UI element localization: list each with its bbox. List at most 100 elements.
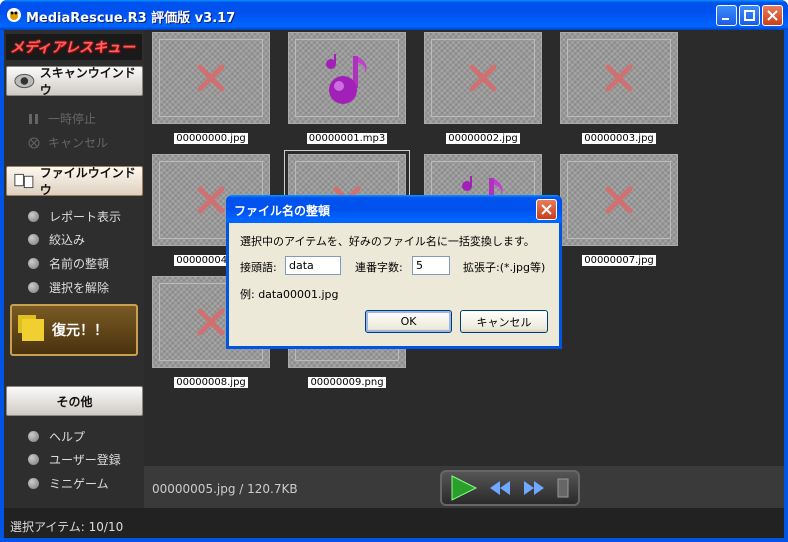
- cancel-button[interactable]: キャンセル: [460, 310, 548, 333]
- sidebar-item-deselect[interactable]: 選択を解除: [28, 279, 109, 296]
- forward-icon-2: [534, 481, 544, 495]
- selected-count: 選択アイテム: 10/10: [10, 520, 124, 534]
- play-icon: [451, 475, 478, 501]
- maximize-icon: [744, 10, 755, 21]
- close-icon: [541, 204, 552, 215]
- thumbnail-image: [560, 154, 678, 246]
- extension-label: 拡張子:(*.jpg等): [463, 261, 546, 274]
- sidebar-item-label: 選択を解除: [49, 281, 110, 295]
- cancel-scan-item[interactable]: キャンセル: [28, 134, 108, 151]
- rewind-icon-2: [490, 481, 500, 495]
- digits-label: 連番字数:: [355, 261, 403, 274]
- thumbnail-caption: 00000008.jpg: [152, 370, 270, 389]
- thumbnail-filename: 00000002.jpg: [446, 133, 520, 144]
- file-window-label: ファイルウインドウ: [39, 166, 136, 197]
- bullet-icon: [28, 282, 39, 293]
- thumbnail-item[interactable]: 00000007.jpg: [560, 154, 678, 266]
- sidebar-item-label: 絞込み: [49, 233, 86, 247]
- bullet-icon: [28, 431, 39, 442]
- dialog-close-button[interactable]: [536, 199, 557, 220]
- thumbnail-caption: 00000009.png: [288, 370, 406, 389]
- broken-image-icon: [469, 64, 497, 92]
- app-logo: メディアレスキュー: [6, 34, 142, 60]
- cancel-icon: [28, 137, 40, 148]
- other-button[interactable]: その他: [6, 386, 143, 416]
- rewind-icon: [500, 481, 510, 495]
- thumbnail-caption: 00000000.jpg: [152, 126, 270, 145]
- thumbnail-image: [424, 32, 542, 124]
- broken-image-icon: [605, 186, 633, 214]
- thumbnail-item[interactable]: 00000002.jpg: [424, 32, 542, 144]
- restore-label: 復元！！: [52, 323, 108, 339]
- sidebar-item-rename[interactable]: 名前の整頓: [28, 255, 109, 272]
- dialog-description: 選択中のアイテムを、好みのファイル名に一括変換します。: [240, 235, 535, 248]
- dialog-title: ファイル名の整頓: [234, 204, 331, 218]
- title-bar[interactable]: MediaRescue.R3 評価版 v3.17: [0, 0, 788, 30]
- sidebar-item-label: ミニゲーム: [49, 477, 109, 491]
- broken-image-icon: [605, 64, 633, 92]
- thumbnail-item[interactable]: 00000001.mp3: [288, 32, 406, 144]
- restore-button[interactable]: 復元！！: [10, 304, 138, 356]
- thumbnail-item[interactable]: 00000003.jpg: [560, 32, 678, 144]
- sidebar-item-minigame[interactable]: ミニゲーム: [28, 475, 109, 492]
- sidebar-item-label: ヘルプ: [49, 430, 86, 444]
- info-bar: 00000005.jpg / 120.7KB: [144, 466, 784, 508]
- bullet-icon: [28, 211, 39, 222]
- ok-button[interactable]: OK: [365, 310, 452, 333]
- dialog-body: 選択中のアイテムを、好みのファイル名に一括変換します。 接頭語: data 連番…: [229, 223, 559, 346]
- rename-dialog: ファイル名の整頓 選択中のアイテムを、好みのファイル名に一括変換します。 接頭語…: [226, 195, 562, 349]
- music-note-icon: [326, 54, 367, 104]
- app-window: MediaRescue.R3 評価版 v3.17 メディアレスキュー スキャンウ…: [0, 0, 788, 542]
- thumbnail-image: [288, 32, 406, 124]
- thumbnail-caption: 00000007.jpg: [560, 248, 678, 267]
- prefix-input[interactable]: data: [285, 256, 341, 275]
- example-text: 例: data00001.jpg: [240, 288, 339, 301]
- thumbnail-caption: 00000002.jpg: [424, 126, 542, 145]
- minimize-button[interactable]: [716, 5, 737, 26]
- thumbnail-filename: 00000007.jpg: [582, 255, 656, 266]
- exit-icon: [557, 478, 569, 498]
- dialog-title-bar[interactable]: ファイル名の整頓: [226, 195, 562, 223]
- thumbnail-image: [560, 32, 678, 124]
- thumbnail-item[interactable]: 00000000.jpg: [152, 32, 270, 144]
- scan-window-button[interactable]: スキャンウインドウ: [6, 66, 143, 97]
- broken-image-icon: [197, 308, 225, 336]
- bullet-icon: [28, 258, 39, 269]
- player-icons: [451, 475, 569, 501]
- pause-item[interactable]: 一時停止: [28, 110, 96, 127]
- bullet-icon: [28, 234, 39, 245]
- sidebar-item-report[interactable]: レポート表示: [28, 208, 121, 225]
- sidebar: メディアレスキュー スキャンウインドウ 一時停止 キャンセル ファイルウインドウ…: [4, 30, 144, 508]
- pause-label: 一時停止: [48, 112, 97, 126]
- app-icon: [7, 8, 21, 22]
- thumbnail-filename: 00000000.jpg: [174, 133, 248, 144]
- sidebar-item-filter[interactable]: 絞込み: [28, 231, 85, 248]
- file-window-button[interactable]: ファイルウインドウ: [6, 166, 143, 197]
- close-icon: [767, 10, 778, 21]
- prefix-label: 接頭語:: [240, 261, 277, 274]
- bullet-icon: [28, 478, 39, 489]
- maximize-button[interactable]: [739, 5, 760, 26]
- sidebar-item-help[interactable]: ヘルプ: [28, 428, 85, 445]
- bullet-icon: [28, 454, 39, 465]
- restore-icon: [22, 319, 44, 341]
- sidebar-item-register[interactable]: ユーザー登録: [28, 451, 121, 468]
- thumbnail-filename: 00000001.mp3: [306, 133, 388, 144]
- thumbnail-image: [152, 32, 270, 124]
- broken-image-icon: [197, 64, 225, 92]
- broken-image-icon: [197, 186, 225, 214]
- minimize-icon: [722, 18, 729, 20]
- frame-bottom: [0, 538, 788, 542]
- thumbnail-caption: 00000003.jpg: [560, 126, 678, 145]
- cancel-scan-label: キャンセル: [48, 136, 109, 150]
- file-info: 00000005.jpg / 120.7KB: [152, 482, 298, 496]
- sidebar-item-label: 名前の整頓: [49, 257, 110, 271]
- pause-icon: [29, 113, 38, 124]
- close-button[interactable]: [762, 5, 783, 26]
- digits-input[interactable]: 5: [412, 256, 450, 275]
- thumbnail-caption: 00000001.mp3: [288, 126, 406, 145]
- sidebar-item-label: ユーザー登録: [49, 453, 121, 467]
- sidebar-item-label: レポート表示: [49, 210, 122, 224]
- other-label: その他: [56, 394, 93, 409]
- thumbnail-filename: 00000009.png: [308, 377, 386, 388]
